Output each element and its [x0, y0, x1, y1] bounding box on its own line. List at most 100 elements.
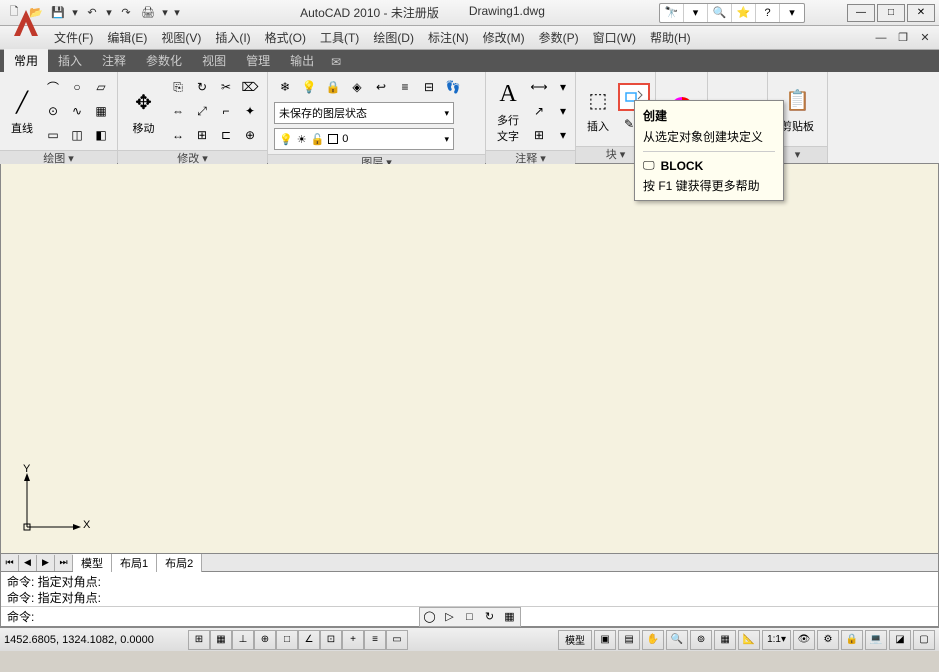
fillet-icon[interactable]: ⌐ — [215, 100, 237, 122]
qat-more-icon[interactable]: ▾ — [172, 3, 182, 23]
sheet-first-icon[interactable]: ⏮ — [1, 555, 19, 571]
ortho-icon[interactable]: ⊥ — [232, 630, 254, 650]
ellipse-icon[interactable]: ∿ — [66, 100, 88, 122]
rotate-icon[interactable]: ↻ — [191, 76, 213, 98]
circle-icon[interactable]: ○ — [66, 76, 88, 98]
zoom-icon[interactable]: ▷ — [441, 609, 459, 625]
qat-print-dropdown-icon[interactable]: ▾ — [160, 3, 170, 23]
erase-icon[interactable]: ⌦ — [239, 76, 261, 98]
drawing-canvas[interactable]: Y X — [0, 164, 939, 554]
coordinates[interactable]: 1452.6805, 1324.1082, 0.0000 — [4, 634, 184, 646]
maximize-button[interactable]: □ — [877, 4, 905, 22]
leader-icon[interactable]: ↗ — [528, 100, 550, 122]
model-space-button[interactable]: 模型 — [558, 630, 592, 650]
mdi-close-icon[interactable]: ✕ — [915, 28, 935, 48]
dim-dd-icon[interactable]: ▾ — [552, 76, 574, 98]
layer-lock-icon[interactable]: 🔒 — [322, 76, 344, 98]
osnap-icon[interactable]: □ — [276, 630, 298, 650]
line-button[interactable]: ╱ 直线 — [6, 86, 38, 136]
sheet-prev-icon[interactable]: ◀ — [19, 555, 37, 571]
grid-icon[interactable]: ▦ — [210, 630, 232, 650]
layer-match-icon[interactable]: ≡ — [394, 76, 416, 98]
sheet-last-icon[interactable]: ⏭ — [55, 555, 73, 571]
spline-icon[interactable]: ⊙ — [42, 100, 64, 122]
isolate-icon[interactable]: ◪ — [889, 630, 911, 650]
minimize-button[interactable]: — — [847, 4, 875, 22]
layer-off-icon[interactable]: 💡 — [298, 76, 320, 98]
copy-icon[interactable]: ⎘ — [167, 76, 189, 98]
menu-view[interactable]: 视图(V) — [161, 29, 201, 46]
mtext-button[interactable]: A 多行 文字 — [492, 78, 524, 144]
region-icon[interactable]: ◫ — [66, 124, 88, 146]
qat-print-icon[interactable]: 🖨 — [138, 3, 158, 23]
qat-undo-dropdown-icon[interactable]: ▾ — [104, 3, 114, 23]
tab-output[interactable]: 输出 — [280, 49, 324, 72]
layer-states-icon[interactable]: ⊟ — [418, 76, 440, 98]
search-dropdown-icon[interactable]: ▾ — [684, 4, 708, 22]
zoom-status-icon[interactable]: 🔍 — [666, 630, 688, 650]
layer-iso-icon[interactable]: ◈ — [346, 76, 368, 98]
help-icon[interactable]: ? — [756, 4, 780, 22]
trim-icon[interactable]: ✂ — [215, 76, 237, 98]
leader-dd-icon[interactable]: ▾ — [552, 100, 574, 122]
ducs-icon[interactable]: ⊡ — [320, 630, 342, 650]
mirror-icon[interactable]: ⇔ — [167, 100, 189, 122]
key-icon[interactable]: 🔍 — [708, 4, 732, 22]
menu-draw[interactable]: 绘图(D) — [373, 29, 414, 46]
menu-window[interactable]: 窗口(W) — [593, 29, 636, 46]
tab-view[interactable]: 视图 — [192, 49, 236, 72]
layer-freeze-icon[interactable]: ❄ — [274, 76, 296, 98]
qat-redo-icon[interactable]: ↷ — [116, 3, 136, 23]
gradient-icon[interactable]: ◧ — [90, 124, 112, 146]
stretch-icon[interactable]: ↔ — [167, 124, 189, 146]
app-menu-button[interactable] — [6, 4, 46, 44]
annoscale-icon[interactable]: 📐 — [738, 630, 760, 650]
menu-modify[interactable]: 修改(M) — [483, 29, 525, 46]
hardware-accel-icon[interactable]: 💻 — [865, 630, 887, 650]
help-dropdown-icon[interactable]: ▾ — [780, 4, 804, 22]
showmotion-status-icon[interactable]: ▦ — [714, 630, 736, 650]
dyn-icon[interactable]: + — [342, 630, 364, 650]
arc-icon[interactable]: ⌒ — [42, 76, 64, 98]
tab-home[interactable]: 常用 — [4, 49, 48, 72]
table-icon[interactable]: ⊞ — [528, 124, 550, 146]
scale-button[interactable]: 1:1▾ — [762, 630, 791, 650]
pan-status-icon[interactable]: ✋ — [642, 630, 664, 650]
qat-save-icon[interactable]: 💾 — [48, 3, 68, 23]
menu-file[interactable]: 文件(F) — [54, 29, 93, 46]
mdi-minimize-icon[interactable]: — — [871, 28, 891, 48]
polar-icon[interactable]: ⊕ — [254, 630, 276, 650]
tab-parametric[interactable]: 参数化 — [136, 49, 192, 72]
tab-annotate[interactable]: 注释 — [92, 49, 136, 72]
polyline-icon[interactable]: ▱ — [90, 76, 112, 98]
lwt-icon[interactable]: ≡ — [364, 630, 386, 650]
toolbar-lock-icon[interactable]: 🔒 — [841, 630, 863, 650]
tab-insert[interactable]: 插入 — [48, 49, 92, 72]
menu-insert[interactable]: 插入(I) — [215, 29, 250, 46]
steering-icon[interactable]: ↻ — [481, 609, 499, 625]
explode-icon[interactable]: ✦ — [239, 100, 261, 122]
qview-layouts-icon[interactable]: ▣ — [594, 630, 616, 650]
menu-dim[interactable]: 标注(N) — [428, 29, 469, 46]
sheet-layout2[interactable]: 布局2 — [157, 554, 202, 572]
qp-icon[interactable]: ▭ — [386, 630, 408, 650]
mdi-restore-icon[interactable]: ❐ — [893, 28, 913, 48]
tab-extra-icon[interactable]: ✉ — [324, 52, 348, 72]
menu-edit[interactable]: 编辑(E) — [107, 29, 147, 46]
rect-icon[interactable]: ▭ — [42, 124, 64, 146]
dim-linear-icon[interactable]: ⟷ — [528, 76, 550, 98]
qat-save-dropdown-icon[interactable]: ▾ — [70, 3, 80, 23]
steering-status-icon[interactable]: ⊚ — [690, 630, 712, 650]
table-dd-icon[interactable]: ▾ — [552, 124, 574, 146]
join-icon[interactable]: ⊕ — [239, 124, 261, 146]
sheet-next-icon[interactable]: ▶ — [37, 555, 55, 571]
sheet-layout1[interactable]: 布局1 — [112, 554, 157, 572]
help-search[interactable]: 🔭 ▾ 🔍 ⭐ ? ▾ — [659, 3, 805, 23]
hatch-icon[interactable]: ▦ — [90, 100, 112, 122]
showmotion-icon[interactable]: ▦ — [501, 609, 519, 625]
menu-param[interactable]: 参数(P) — [539, 29, 579, 46]
menu-format[interactable]: 格式(O) — [265, 29, 306, 46]
star-icon[interactable]: ⭐ — [732, 4, 756, 22]
workspace-icon[interactable]: ⚙ — [817, 630, 839, 650]
binoculars-icon[interactable]: 🔭 — [660, 4, 684, 22]
